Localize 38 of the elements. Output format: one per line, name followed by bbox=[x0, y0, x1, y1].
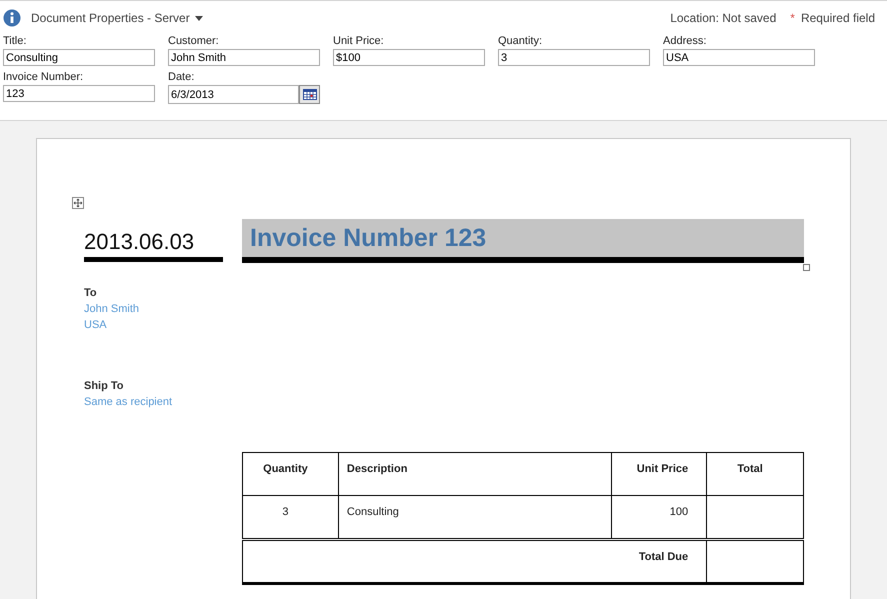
text-field[interactable]: 123 bbox=[3, 85, 155, 102]
resize-handle[interactable] bbox=[803, 264, 810, 271]
required-mark: * bbox=[790, 11, 795, 25]
table-cell: 3 bbox=[242, 496, 338, 540]
recipient-line: John Smith bbox=[84, 302, 140, 317]
column-header: Quantity bbox=[242, 452, 338, 496]
text-field[interactable]: John Smith bbox=[168, 49, 320, 66]
date-field[interactable]: 6/3/2013 bbox=[168, 85, 299, 104]
invoice-title: Invoice Number 123 bbox=[242, 219, 804, 257]
field-label: Invoice Number: bbox=[3, 71, 84, 85]
ship-to-line: Same as recipient bbox=[84, 395, 174, 410]
table-cell: 100 bbox=[612, 496, 707, 540]
column-header: Description bbox=[338, 452, 612, 496]
table-cell: Consulting bbox=[338, 496, 612, 540]
panel-title[interactable]: Document Properties - Server bbox=[31, 9, 190, 27]
invoice-date: 2013.06.03 bbox=[84, 231, 194, 253]
calendar-button[interactable] bbox=[299, 85, 320, 104]
to-label: To bbox=[84, 286, 98, 301]
field-label: Address: bbox=[663, 35, 708, 49]
text-field[interactable]: 3 bbox=[498, 49, 650, 66]
info-icon bbox=[3, 9, 21, 27]
field-label: Date: bbox=[168, 71, 196, 85]
required-legend: Required field bbox=[800, 11, 875, 25]
text-field[interactable]: USA bbox=[663, 49, 815, 66]
field-label: Unit Price: bbox=[333, 35, 385, 49]
total-due-label: Total Due bbox=[242, 540, 707, 584]
ship-to-label: Ship To bbox=[84, 379, 125, 394]
field-label: Title: bbox=[3, 35, 28, 49]
move-handle-icon[interactable] bbox=[72, 197, 84, 209]
recipient-line: USA bbox=[84, 318, 108, 333]
column-header: Unit Price bbox=[612, 452, 707, 496]
field-label: Quantity: bbox=[498, 35, 544, 49]
text-field[interactable]: $100 bbox=[333, 49, 485, 66]
text-field[interactable]: Consulting bbox=[3, 49, 155, 66]
location-status: Location: Not saved bbox=[670, 10, 776, 27]
caret-icon[interactable] bbox=[194, 16, 203, 20]
field-label: Customer: bbox=[168, 35, 220, 49]
column-header: Total bbox=[706, 452, 804, 496]
